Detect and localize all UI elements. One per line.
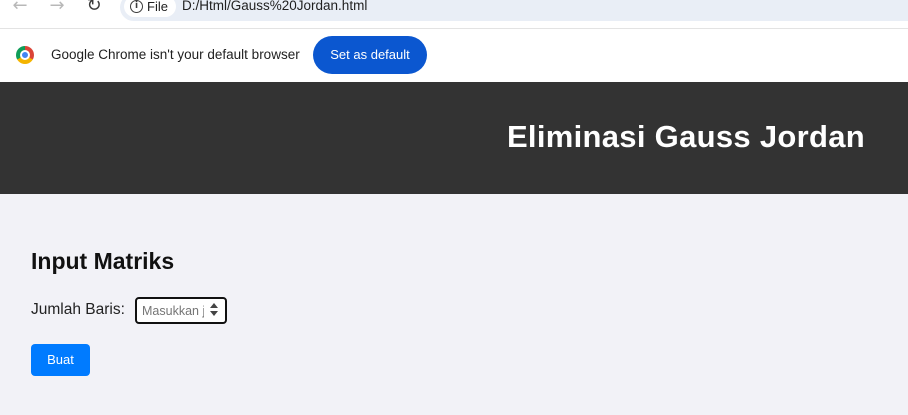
forward-arrow-icon[interactable]: →: [45, 0, 69, 16]
back-arrow-icon[interactable]: ←: [8, 0, 32, 16]
page-header: Eliminasi Gauss Jordan: [0, 82, 908, 194]
rows-input-placeholder: Masukkan jumlah baris: [142, 304, 204, 318]
rows-input[interactable]: Masukkan jumlah baris: [135, 297, 227, 324]
rows-label: Jumlah Baris:: [31, 301, 125, 318]
section-title: Input Matriks: [31, 248, 175, 274]
info-icon: i: [130, 0, 143, 13]
spinner-icon[interactable]: [210, 303, 219, 319]
browser-toolbar: ← → ↻ i File D:/Html/Gauss%20Jordan.html: [0, 0, 908, 29]
spinner-down-icon[interactable]: [210, 311, 218, 316]
main-content: Input Matriks Jumlah Baris: Masukkan jum…: [0, 194, 908, 415]
site-chip-label: File: [147, 0, 168, 14]
infobar-message: Google Chrome isn't your default browser: [51, 47, 300, 62]
default-browser-infobar: Google Chrome isn't your default browser…: [0, 29, 908, 82]
build-matrix-button[interactable]: Buat: [31, 344, 90, 376]
reload-icon[interactable]: ↻: [82, 0, 106, 16]
set-as-default-button[interactable]: Set as default: [313, 36, 427, 74]
chrome-logo-icon: [16, 46, 34, 64]
address-bar[interactable]: i File D:/Html/Gauss%20Jordan.html: [120, 0, 908, 21]
spinner-up-icon[interactable]: [210, 303, 218, 308]
site-info-chip[interactable]: i File: [124, 0, 176, 17]
url-text[interactable]: D:/Html/Gauss%20Jordan.html: [182, 0, 367, 13]
page-title: Eliminasi Gauss Jordan: [506, 119, 865, 154]
